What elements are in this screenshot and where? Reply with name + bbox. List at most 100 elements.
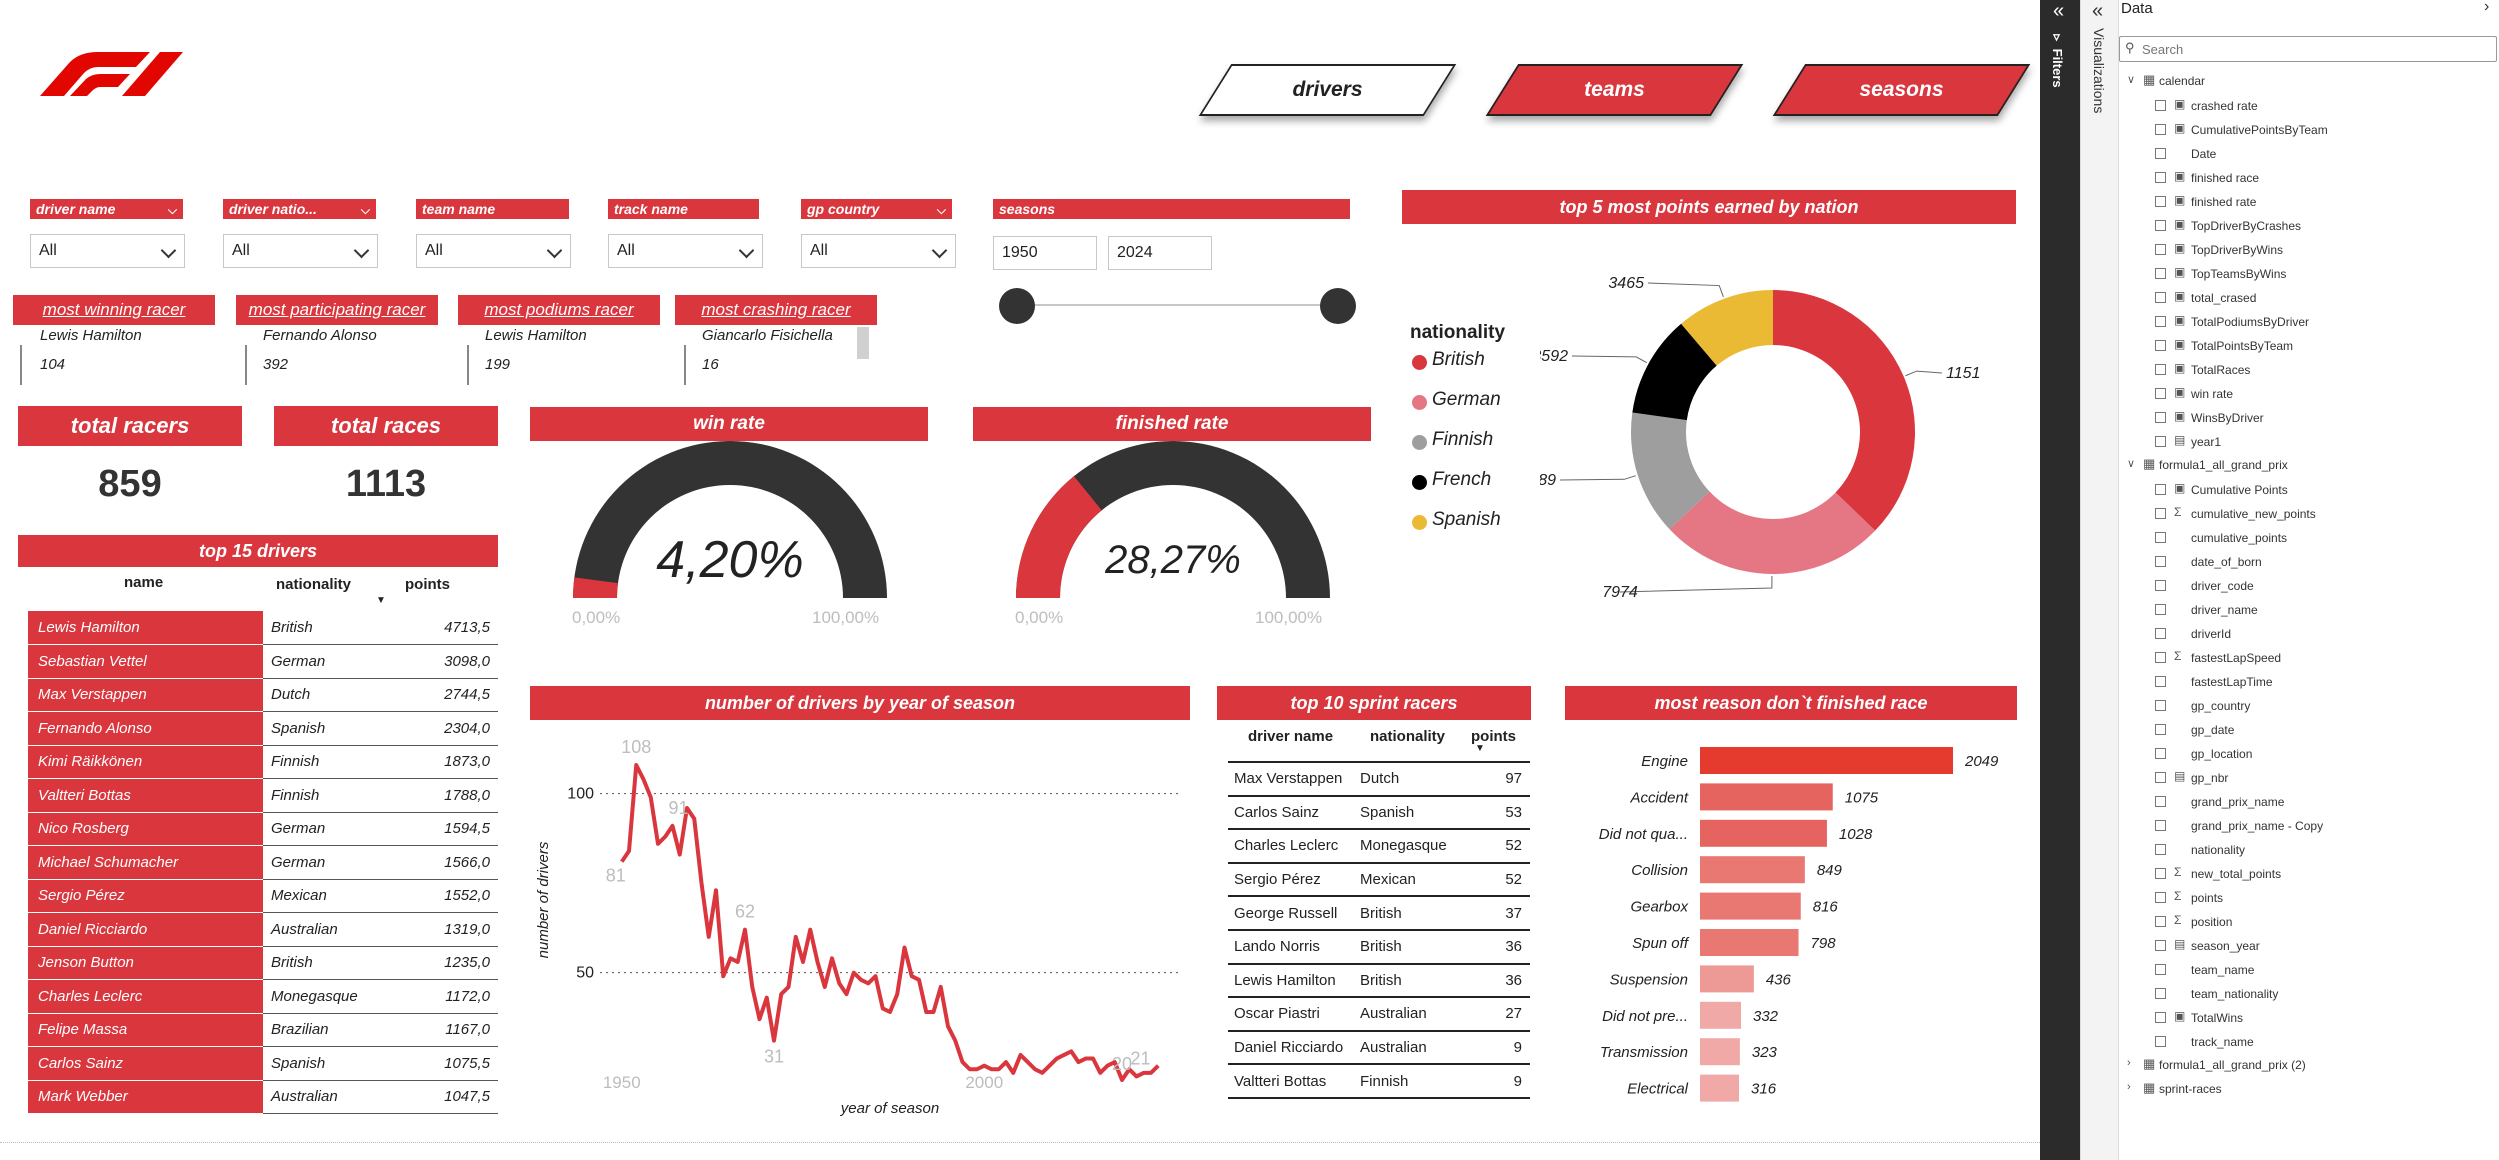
table-row[interactable]: Fernando Alonso Spanish 2304,0 (28, 711, 498, 746)
card-scrollbar[interactable] (857, 327, 869, 359)
field-checkbox[interactable] (2155, 652, 2166, 663)
field-checkbox[interactable] (2155, 268, 2166, 279)
legend-item-label[interactable]: German (1432, 389, 1501, 411)
bar[interactable] (1700, 819, 1827, 847)
table-row[interactable]: Daniel Ricciardo Australian 1319,0 (28, 912, 498, 947)
field-checkbox[interactable] (2155, 772, 2166, 783)
field-checkbox[interactable] (2155, 844, 2166, 855)
season-to-input[interactable]: 2024 (1108, 236, 1212, 270)
season-range-end-handle[interactable] (1320, 288, 1356, 324)
chevron-down-icon[interactable]: ⌵ (361, 200, 370, 220)
chevron-down-icon[interactable]: ∨ (2127, 73, 2135, 86)
season-from-input[interactable]: 1950 (993, 236, 1097, 270)
filters-pane-label[interactable]: ▿ Filters (2050, 30, 2065, 88)
nav-teams-button[interactable]: teams (1485, 64, 1744, 116)
table-node[interactable]: ∨ ▦ formula1_all_grand_prix (2119, 454, 2499, 478)
top15-header-nationality[interactable]: nationality (276, 576, 351, 593)
table-row[interactable]: Lando Norris British 36 (1228, 929, 1530, 965)
legend-item-label[interactable]: French (1432, 469, 1491, 491)
table-row[interactable]: Nico Rosberg German 1594,5 (28, 812, 498, 846)
table-row[interactable]: Oscar Piastri Australian 27 (1228, 997, 1530, 1032)
bar[interactable] (1700, 783, 1833, 811)
field-checkbox[interactable] (2155, 172, 2166, 183)
collapse-icon[interactable]: › (2484, 0, 2489, 16)
gp-country-dropdown[interactable]: All (801, 234, 956, 268)
field-checkbox[interactable] (2155, 124, 2166, 135)
chevron-down-icon[interactable]: ∨ (2127, 457, 2135, 470)
table-row[interactable]: Max Verstappen Dutch 2744,5 (28, 678, 498, 712)
field-checkbox[interactable] (2155, 676, 2166, 687)
table-row[interactable]: Mark Webber Australian 1047,5 (28, 1080, 498, 1114)
table-row[interactable]: Valtteri Bottas Finnish 1788,0 (28, 778, 498, 813)
bar[interactable] (1700, 965, 1754, 993)
table-row[interactable]: Carlos Sainz Spanish 53 (1228, 795, 1530, 831)
chevron-down-icon[interactable]: ⌵ (937, 200, 946, 220)
bar[interactable] (1700, 1074, 1740, 1102)
team-name-dropdown[interactable]: All (416, 234, 571, 268)
legend-item-label[interactable]: Finnish (1432, 429, 1493, 451)
field-checkbox[interactable] (2155, 556, 2166, 567)
field-item[interactable]: ▣ WinsByDriver (2119, 406, 2499, 430)
table-row[interactable]: Michael Schumacher German 1566,0 (28, 845, 498, 880)
field-item[interactable]: ▤ year1 (2119, 430, 2499, 454)
bar[interactable] (1700, 856, 1805, 884)
nav-seasons-button[interactable]: seasons (1772, 64, 2031, 116)
field-item[interactable]: ▣ TopTeamsByWins (2119, 262, 2499, 286)
table-row[interactable]: Sebastian Vettel German 3098,0 (28, 644, 498, 679)
table-row[interactable]: Charles Leclerc Monegasque 52 (1228, 829, 1530, 864)
visualizations-pane-label[interactable]: Visualizations (2091, 28, 2107, 113)
data-search-input[interactable] (2142, 40, 2482, 58)
field-item[interactable]: ▣ total_crased (2119, 286, 2499, 310)
field-checkbox[interactable] (2155, 388, 2166, 399)
table-row[interactable]: Felipe Massa Brazilian 1167,0 (28, 1013, 498, 1047)
table-row[interactable]: Sergio Pérez Mexican 1552,0 (28, 879, 498, 913)
drivers-series-line[interactable] (620, 763, 1160, 1082)
field-item[interactable]: ▣ TotalWins (2119, 1006, 2499, 1030)
field-checkbox[interactable] (2155, 412, 2166, 423)
field-checkbox[interactable] (2155, 628, 2166, 639)
top15-header-name[interactable]: name (124, 574, 163, 591)
table-row[interactable]: Lewis Hamilton British 36 (1228, 963, 1530, 999)
table-row[interactable]: Valtteri Bottas Finnish 9 (1228, 1064, 1530, 1099)
table-row[interactable]: Daniel Ricciardo Australian 9 (1228, 1030, 1530, 1066)
table-row[interactable]: Jenson Button British 1235,0 (28, 946, 498, 980)
field-checkbox[interactable] (2155, 868, 2166, 879)
sprint-header-nationality[interactable]: nationality (1370, 728, 1445, 745)
field-checkbox[interactable] (2155, 532, 2166, 543)
field-item[interactable]: ▣ TopDriverByCrashes (2119, 214, 2499, 238)
field-checkbox[interactable] (2155, 316, 2166, 327)
bar[interactable] (1700, 1001, 1741, 1029)
field-checkbox[interactable] (2155, 292, 2166, 303)
table-row[interactable]: Kimi Räikkönen Finnish 1873,0 (28, 745, 498, 779)
field-item[interactable]: track_name (2119, 1030, 2499, 1054)
table-row[interactable]: George Russell British 37 (1228, 896, 1530, 931)
field-checkbox[interactable] (2155, 436, 2166, 447)
legend-item-label[interactable]: British (1432, 349, 1485, 371)
bar[interactable] (1700, 929, 1799, 956)
driver-name-dropdown[interactable]: All (30, 234, 185, 268)
field-item[interactable]: ▣ finished rate (2119, 190, 2499, 214)
field-checkbox[interactable] (2155, 1012, 2166, 1023)
field-item[interactable]: ▣ TotalPodiumsByDriver (2119, 310, 2499, 334)
driver-nationality-dropdown[interactable]: All (223, 234, 378, 268)
bar[interactable] (1700, 747, 1953, 774)
field-item[interactable]: ▣ win rate (2119, 382, 2499, 406)
field-checkbox[interactable] (2155, 244, 2166, 255)
field-item[interactable]: ▣ crashed rate (2119, 94, 2499, 118)
field-item[interactable]: Date (2119, 142, 2499, 166)
field-checkbox[interactable] (2155, 100, 2166, 111)
field-item[interactable]: Σpoints (2119, 886, 2499, 910)
field-checkbox[interactable] (2155, 508, 2166, 519)
field-item[interactable]: nationality (2119, 838, 2499, 862)
table-node[interactable]: › ▦ formula1_all_grand_prix (2) (2119, 1054, 2499, 1078)
field-item[interactable]: Σposition (2119, 910, 2499, 934)
field-checkbox[interactable] (2155, 820, 2166, 831)
field-item[interactable]: gp_date (2119, 718, 2499, 742)
field-checkbox[interactable] (2155, 604, 2166, 615)
field-item[interactable]: ▤ gp_nbr (2119, 766, 2499, 790)
field-item[interactable]: fastestLapTime (2119, 670, 2499, 694)
bar[interactable] (1700, 1038, 1740, 1066)
field-item[interactable]: grand_prix_name - Copy (2119, 814, 2499, 838)
data-search-box[interactable]: ⚲ (2119, 36, 2497, 62)
collapse-icon[interactable]: « (2092, 0, 2103, 23)
